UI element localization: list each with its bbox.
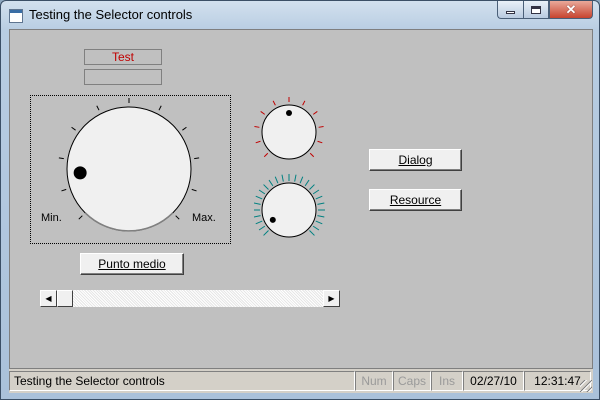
small-dial-top[interactable] xyxy=(254,94,324,169)
window-title: Testing the Selector controls xyxy=(29,7,193,22)
maximize-icon xyxy=(531,5,541,14)
left-arrow-icon: ◀ xyxy=(45,294,52,303)
insert-indicator: Ins xyxy=(431,371,463,391)
big-dial-indicator[interactable] xyxy=(73,166,87,180)
app-icon[interactable] xyxy=(9,9,23,23)
small-dial-top-indicator[interactable] xyxy=(286,110,292,116)
big-dial-tick xyxy=(78,215,83,220)
dialog-button[interactable]: Dialog xyxy=(369,149,462,171)
scroll-left-button[interactable]: ◀ xyxy=(40,290,57,307)
dialog-label: Dialog xyxy=(398,153,433,167)
big-dial-frame: Min. Max. xyxy=(30,95,231,244)
small-dial-bottom[interactable] xyxy=(254,174,330,240)
small-dial-bottom-tick xyxy=(315,195,323,200)
small-dial-bottom-tick xyxy=(317,202,325,205)
scroll-track[interactable] xyxy=(57,290,323,307)
small-dial-bottom-tick xyxy=(281,174,284,182)
punto-medio-label: Punto medio xyxy=(98,257,166,271)
small-dial-top-tick xyxy=(272,100,276,106)
small-dial-bottom-tick xyxy=(263,184,269,190)
max-label: Max. xyxy=(192,212,216,224)
small-dial-bottom-tick xyxy=(309,184,315,190)
small-dial-bottom-tick xyxy=(294,174,297,182)
small-dial-bottom-tick xyxy=(317,215,325,218)
big-dial-tick xyxy=(71,126,76,131)
num-lock-indicator: Num xyxy=(355,371,393,391)
small-dial-top-tick xyxy=(254,126,260,128)
small-dial-bottom-tick xyxy=(304,179,310,187)
big-dial-tick xyxy=(191,188,197,192)
caption-buttons: ✕ xyxy=(497,1,593,20)
right-arrow-icon: ▶ xyxy=(328,294,335,303)
small-dial-bottom-tick xyxy=(299,176,304,184)
small-dial-bottom-tick xyxy=(312,189,320,195)
big-dial-tick xyxy=(194,157,200,160)
small-dial-bottom-tick xyxy=(254,215,261,218)
maximize-button[interactable] xyxy=(523,1,549,19)
main-window: Testing the Selector controls ✕ Test Min… xyxy=(0,0,600,400)
test-text-field[interactable]: Test xyxy=(84,49,162,65)
big-dial-tick xyxy=(96,105,100,111)
min-label: Min. xyxy=(41,212,62,224)
big-dial-tick xyxy=(58,157,64,160)
small-dial-bottom-tick xyxy=(263,230,269,236)
small-dial-top-tick xyxy=(302,100,306,106)
big-dial-tick xyxy=(158,105,162,111)
minimize-button[interactable] xyxy=(497,1,523,19)
status-date: 02/27/10 xyxy=(463,371,524,391)
client-area: Test Min. Max. Punto medio Dialog Resour… xyxy=(9,29,593,369)
small-dial-bottom-tick xyxy=(254,202,261,205)
title-bar[interactable]: Testing the Selector controls ✕ xyxy=(1,1,599,29)
caps-lock-indicator: Caps xyxy=(393,371,431,391)
small-dial-bottom-tick xyxy=(258,225,266,231)
small-dial-top-tick xyxy=(317,140,323,144)
close-button[interactable]: ✕ xyxy=(549,1,593,19)
minimize-icon xyxy=(506,11,515,14)
small-dial-top-tick xyxy=(318,126,324,128)
small-dial-bottom-tick xyxy=(312,225,320,231)
small-dial-bottom-knob[interactable] xyxy=(261,182,317,238)
small-dial-bottom-tick xyxy=(255,220,263,225)
status-message: Testing the Selector controls xyxy=(9,371,355,391)
small-dial-bottom-tick xyxy=(255,195,263,200)
big-dial-svg[interactable]: Min. Max. xyxy=(31,96,230,243)
small-dial-top-tick xyxy=(255,140,261,144)
horizontal-scrollbar[interactable]: ◀ ▶ xyxy=(40,290,340,307)
resource-button[interactable]: Resource xyxy=(369,189,462,211)
small-dial-bottom-tick xyxy=(258,189,266,195)
small-dial-bottom-tick xyxy=(309,230,315,236)
small-dial-top-tick xyxy=(312,111,318,115)
scroll-thumb[interactable] xyxy=(57,290,73,307)
big-dial-tick xyxy=(175,215,180,220)
scroll-right-button[interactable]: ▶ xyxy=(323,290,340,307)
second-text-field[interactable] xyxy=(84,69,162,85)
small-dial-top-tick xyxy=(263,152,269,158)
small-dial-top-tick xyxy=(309,152,315,158)
resize-grip[interactable] xyxy=(580,380,592,392)
big-dial-tick xyxy=(61,188,67,192)
status-bar: Testing the Selector controls Num Caps I… xyxy=(9,369,593,393)
small-dial-top-tick xyxy=(260,111,266,115)
small-dial-bottom-indicator[interactable] xyxy=(269,216,276,223)
punto-medio-button[interactable]: Punto medio xyxy=(80,253,184,275)
small-dial-bottom-tick xyxy=(268,179,274,187)
small-dial-bottom-tick xyxy=(315,220,323,225)
close-icon: ✕ xyxy=(565,1,577,17)
small-dial-bottom-tick xyxy=(274,176,279,184)
big-dial-tick xyxy=(182,126,187,131)
resource-label: Resource xyxy=(389,193,442,207)
